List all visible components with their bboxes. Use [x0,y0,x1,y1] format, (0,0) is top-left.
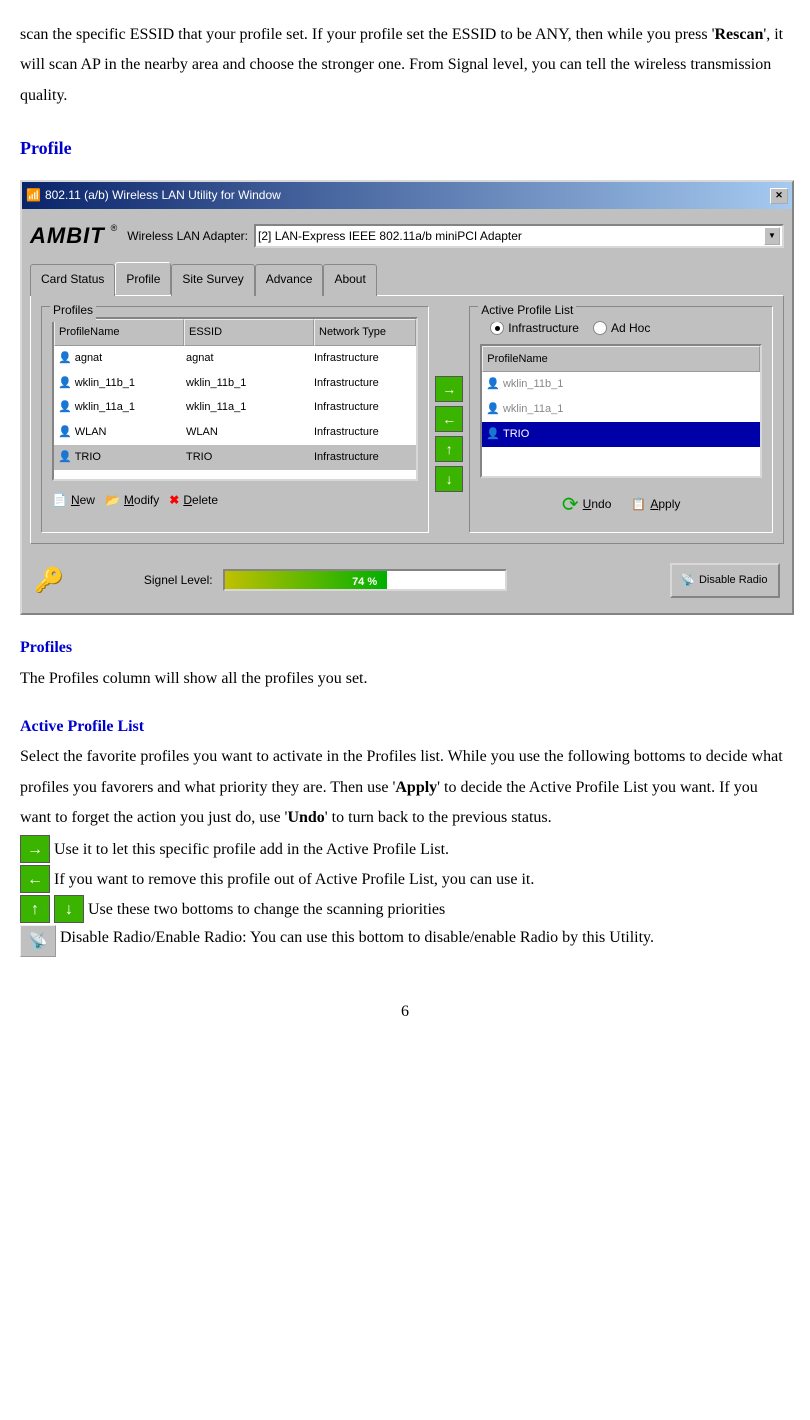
wlan-utility-window: 📶 802.11 (a/b) Wireless LAN Utility for … [20,180,794,615]
tab-about[interactable]: About [323,264,376,296]
tab-card-status[interactable]: Card Status [30,264,115,296]
arrow-down-button[interactable]: ↓ [435,466,463,492]
adapter-dropdown[interactable]: [2] LAN-Express IEEE 802.11a/b miniPCI A… [254,224,784,248]
active-profile-groupbox: Infrastructure Ad Hoc ProfileName 👤wklin… [469,306,773,533]
page-number: 6 [20,997,790,1027]
list-item[interactable]: 👤wklin_11a_1 [482,397,760,422]
person-icon: 👤 [58,373,72,394]
table-row[interactable]: 👤wklin_11b_1 wklin_11b_1 Infrastructure [54,371,416,396]
list-item[interactable]: 👤wklin_11b_1 [482,372,760,397]
signal-percent: 74 % [225,572,505,593]
right-arrow-desc: Use it to let this specific profile add … [54,837,449,863]
undo-button[interactable]: ⟳ Undo [562,486,611,524]
person-icon: 👤 [486,399,500,420]
antenna-icon: 📡 [20,925,56,957]
key-icon: 🔑 [34,558,64,604]
table-row[interactable]: 👤WLAN WLAN Infrastructure [54,420,416,445]
profile-heading: Profile [20,131,790,165]
antenna-icon: 📡 [680,569,695,592]
radio-infrastructure[interactable]: Infrastructure [490,317,579,340]
col-essid[interactable]: ESSID [184,319,314,346]
undo-bold: Undo [287,809,324,826]
profiles-subheading: Profiles [20,633,790,663]
titlebar: 📶 802.11 (a/b) Wireless LAN Utility for … [22,182,792,209]
tab-strip: Card Status Profile Site Survey Advance … [22,264,792,296]
document-icon: 📄 [52,489,67,512]
left-arrow-desc: If you want to remove this profile out o… [54,867,534,893]
tab-profile[interactable]: Profile [115,262,171,294]
radio-icon [490,321,504,335]
updown-arrow-desc-line: ↑ ↓ Use these two bottoms to change the … [20,895,790,923]
refresh-icon: ⟳ [562,486,579,524]
apply-button[interactable]: 📋 Apply [631,493,680,516]
delete-button[interactable]: ✖ Delete [169,489,218,512]
person-icon: 👤 [58,397,72,418]
reg-mark: ® [111,220,118,237]
intro-paragraph: scan the specific ESSID that your profil… [20,20,790,111]
apply-bold: Apply [395,779,437,796]
radio-desc: Disable Radio/Enable Radio: You can use … [60,925,654,951]
col-networktype[interactable]: Network Type [314,319,416,346]
disable-radio-button[interactable]: 📡 Disable Radio [670,563,780,598]
rescan-bold: Rescan [714,26,763,43]
profiles-body: The Profiles column will show all the pr… [20,664,790,694]
disable-radio-label: Disable Radio [699,574,767,586]
person-icon: 👤 [486,374,500,395]
arrow-left-button[interactable]: ← [435,406,463,432]
active-list-subheading: Active Profile List [20,712,790,742]
profiles-listview[interactable]: ProfileName ESSID Network Type 👤agnat ag… [52,317,418,481]
updown-desc: Use these two bottoms to change the scan… [88,897,445,923]
modify-button[interactable]: 📂 Modify [105,489,159,512]
arrow-up-button[interactable]: ↑ [435,436,463,462]
apply-icon: 📋 [631,493,646,516]
adapter-label: Wireless LAN Adapter: [127,225,248,248]
right-arrow-desc-line: → Use it to let this specific profile ad… [20,835,790,863]
arrow-up-icon: ↑ [20,895,50,923]
close-button[interactable]: ✕ [770,188,788,204]
person-icon: 👤 [58,447,72,468]
person-icon: 👤 [58,348,72,369]
tab-advance[interactable]: Advance [255,264,324,296]
left-arrow-desc-line: ← If you want to remove this profile out… [20,865,790,893]
chevron-down-icon[interactable]: ▼ [764,227,780,245]
list-item-selected[interactable]: 👤TRIO [482,422,760,447]
radio-desc-line: 📡 Disable Radio/Enable Radio: You can us… [20,925,790,957]
window-title: 802.11 (a/b) Wireless LAN Utility for Wi… [45,184,281,207]
arrow-right-icon: → [20,835,50,863]
person-icon: 👤 [58,422,72,443]
profiles-groupbox: ProfileName ESSID Network Type 👤agnat ag… [41,306,429,533]
col-profilename[interactable]: ProfileName [54,319,184,346]
tab-site-survey[interactable]: Site Survey [171,264,254,296]
arrow-down-icon: ↓ [54,895,84,923]
active-body-3: ' to turn back to the previous status. [325,809,552,826]
radio-icon [593,321,607,335]
arrow-right-button[interactable]: → [435,376,463,402]
signal-level-bar: 74 % [223,569,507,591]
app-icon: 📶 [26,184,41,207]
person-icon: 👤 [486,424,500,445]
active-body: Select the favorite profiles you want to… [20,742,790,833]
new-button[interactable]: 📄 New [52,489,95,512]
ambit-logo: AMBIT [30,215,105,257]
adapter-value: [2] LAN-Express IEEE 802.11a/b miniPCI A… [258,225,522,248]
delete-x-icon: ✖ [169,489,179,512]
table-row[interactable]: 👤agnat agnat Infrastructure [54,346,416,371]
intro-text-1: scan the specific ESSID that your profil… [20,26,714,43]
active-profile-listview[interactable]: ProfileName 👤wklin_11b_1 👤wklin_11a_1 👤T… [480,344,762,478]
arrow-left-icon: ← [20,865,50,893]
transfer-buttons: → ← ↑ ↓ [435,336,463,533]
signal-label: Signel Level: [144,569,213,592]
table-row[interactable]: 👤wklin_11a_1 wklin_11a_1 Infrastructure [54,395,416,420]
table-row-selected[interactable]: 👤TRIO TRIO Infrastructure [54,445,416,470]
folder-icon: 📂 [105,489,120,512]
col-active-profilename[interactable]: ProfileName [482,346,760,373]
radio-adhoc[interactable]: Ad Hoc [593,317,650,340]
